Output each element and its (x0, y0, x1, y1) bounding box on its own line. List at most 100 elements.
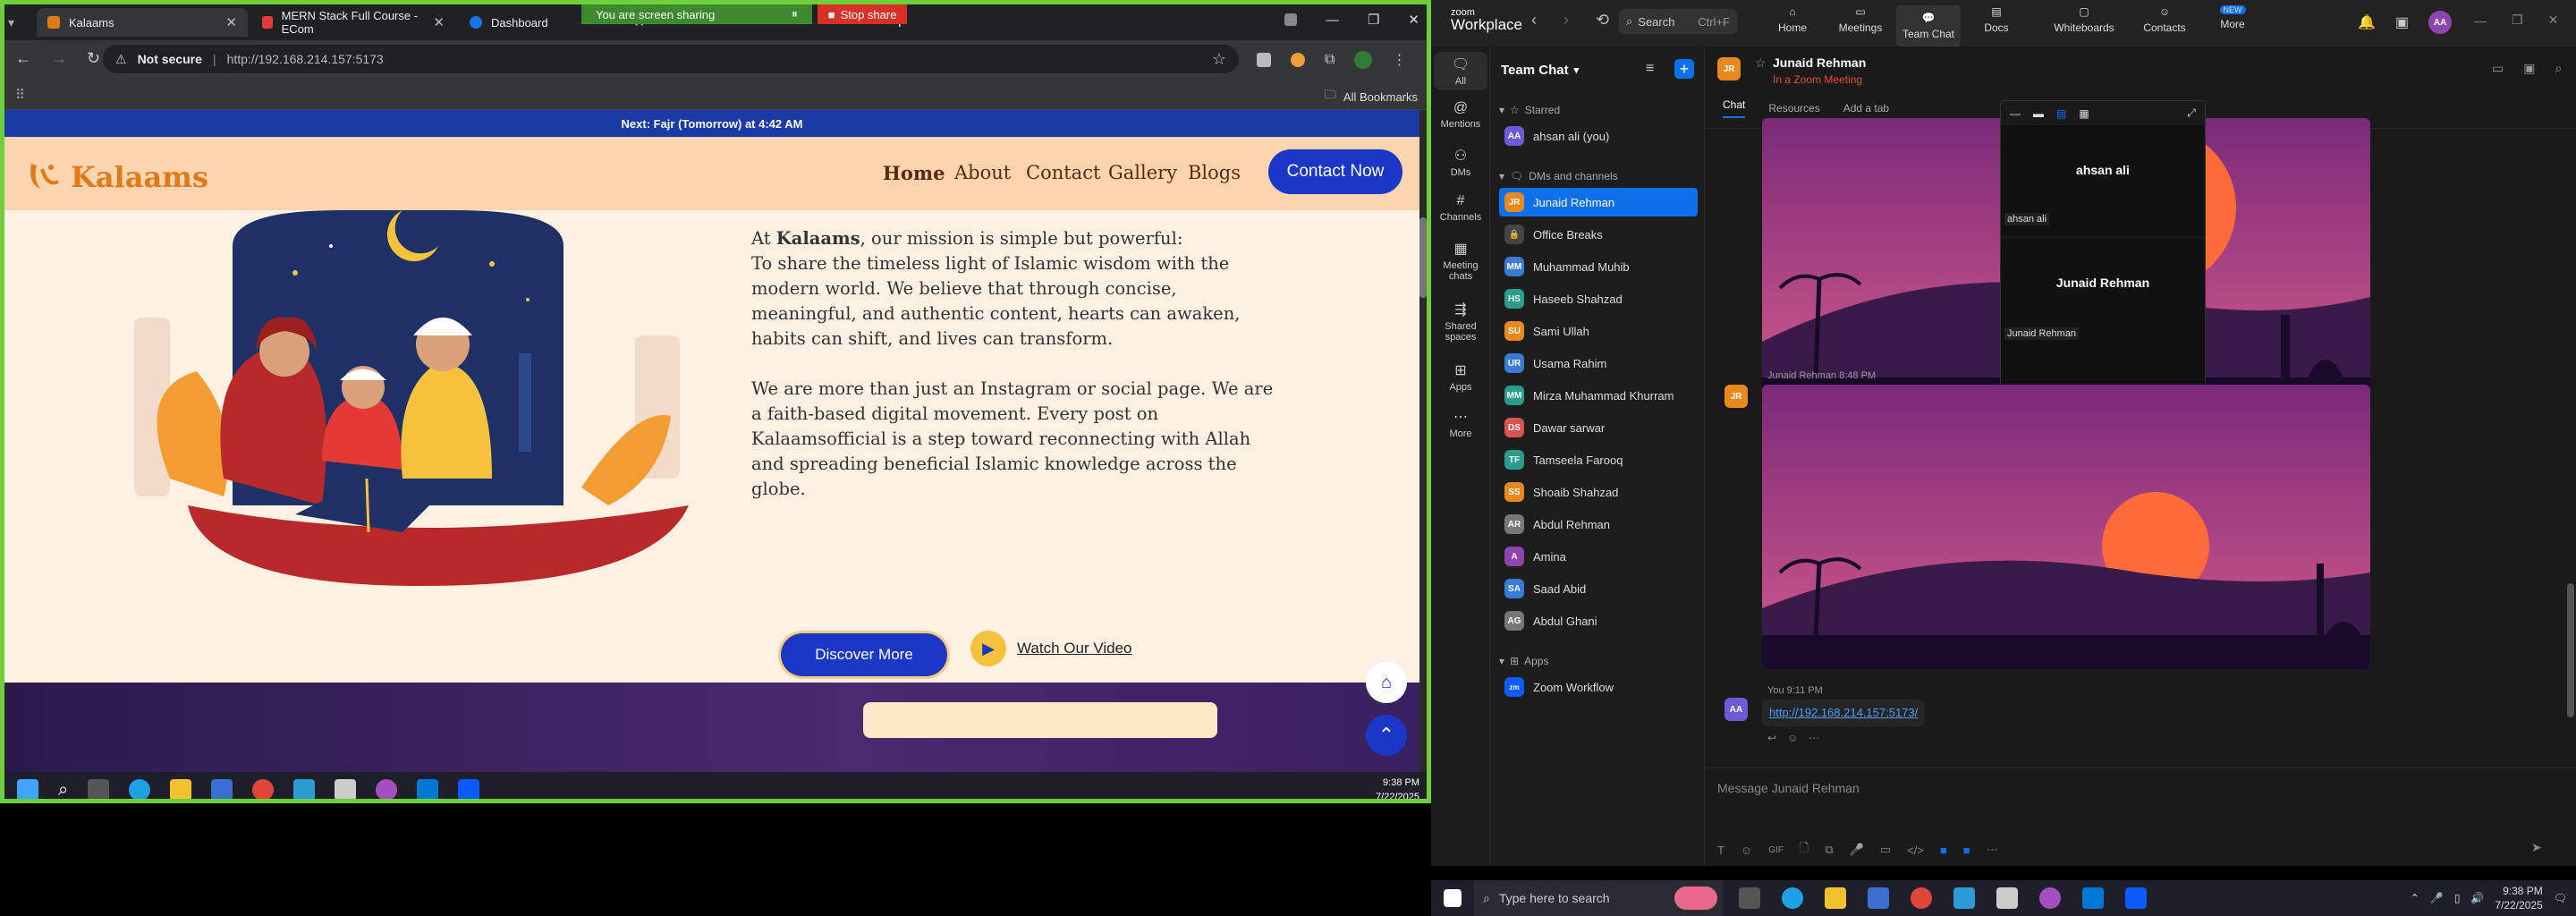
minimize-icon[interactable]: — (1326, 13, 1339, 28)
list-item[interactable]: DS Dawar sarwar (1499, 413, 1698, 442)
more-icon[interactable]: ⋯ (1809, 732, 1819, 744)
gallery-view-icon[interactable]: ▦ (2079, 107, 2089, 120)
tab-resources[interactable]: Resources (1768, 102, 1819, 114)
task-view-icon[interactable] (1739, 887, 1760, 909)
extension-icon[interactable] (1291, 53, 1305, 67)
nav-blogs[interactable]: Blogs (1188, 162, 1241, 183)
vscode-icon[interactable] (2082, 887, 2104, 909)
maximize-icon[interactable]: ❐ (1368, 12, 1379, 28)
list-item[interactable]: HS Haseeb Shahzad (1499, 284, 1698, 313)
rail-mentions[interactable]: @ Mentions (1434, 100, 1487, 130)
bell-icon[interactable]: 🔔 (2358, 13, 2376, 31)
edge-icon[interactable] (129, 779, 151, 799)
filter-icon[interactable]: ≡ (1646, 61, 1654, 77)
chat-title[interactable]: Junaid Rehman (1773, 55, 1866, 70)
team-chat-header[interactable]: Team Chat ▾ (1501, 63, 1579, 78)
history-icon[interactable]: ⟲ (1596, 11, 1609, 30)
close-icon[interactable]: ✕ (433, 14, 445, 30)
participant-tile[interactable]: Junaid Rehman Junaid Rehman (2001, 238, 2205, 351)
chevron-up-icon[interactable]: ⌃ (2411, 892, 2419, 904)
panel-icon[interactable]: ▣ (2395, 13, 2409, 31)
code-icon[interactable]: </> (1907, 844, 1924, 857)
nav-more[interactable]: NEW More (2200, 5, 2265, 30)
discover-more-button[interactable]: Discover More (781, 633, 947, 676)
nav-contacts[interactable]: ☺ Contacts (2132, 5, 2197, 34)
shared-image[interactable] (1762, 385, 2370, 669)
zoom-icon[interactable] (2125, 887, 2147, 909)
emoji-icon[interactable]: ☺ (1741, 844, 1752, 857)
rail-shared-spaces[interactable]: ⇶ Shared spaces (1434, 301, 1487, 343)
minimize-icon[interactable]: — (2010, 107, 2021, 120)
watch-video-link[interactable]: ▶ Watch Our Video (970, 631, 1132, 666)
list-item[interactable]: JR Junaid Rehman (1499, 188, 1698, 216)
stop-share-button[interactable]: ■ Stop share (817, 4, 908, 24)
list-item[interactable]: AG Abdul Ghani (1499, 606, 1698, 635)
github-icon[interactable] (2039, 887, 2061, 909)
profile-icon[interactable] (1284, 13, 1297, 26)
nav-meetings[interactable]: ▭ Meetings (1828, 5, 1893, 34)
rail-channels[interactable]: # Channels (1434, 193, 1487, 223)
forward-icon[interactable]: → (51, 49, 67, 68)
video-message-icon[interactable]: ▭ (1880, 843, 1891, 857)
windows-start-icon[interactable] (17, 779, 38, 799)
apps-grid-icon[interactable]: ⠿ (15, 87, 25, 103)
search-icon[interactable]: ⌕ (58, 780, 68, 800)
folder-icon[interactable] (1825, 887, 1846, 909)
avatar[interactable]: AA (1724, 698, 1748, 721)
tab-kalaams[interactable]: Kalaams ✕ (37, 8, 248, 37)
extension-icon[interactable] (1257, 53, 1271, 67)
puzzle-icon[interactable]: ⧉ (1325, 52, 1335, 68)
list-item[interactable]: zm Zoom Workflow (1499, 673, 1698, 701)
windows-start-icon[interactable] (1444, 889, 1462, 907)
list-item[interactable]: AA ahsan ali (you) (1499, 122, 1698, 150)
back-icon[interactable]: ‹ (1531, 11, 1537, 30)
maximize-icon[interactable]: ❐ (2512, 13, 2523, 28)
tab-chat[interactable]: Chat (1723, 98, 1746, 118)
app-icon[interactable]: ■ (1963, 844, 1970, 857)
forward-icon[interactable]: › (1563, 11, 1569, 30)
contact-now-button[interactable]: Contact Now (1268, 149, 1402, 194)
edge-icon[interactable] (1782, 887, 1803, 909)
list-item[interactable]: TF Tamseela Farooq (1499, 445, 1698, 474)
pause-icon[interactable]: ⏸ (792, 7, 798, 21)
store-icon[interactable] (211, 779, 233, 799)
tab-add[interactable]: Add a tab (1843, 102, 1889, 114)
app-icon[interactable] (335, 779, 357, 799)
nav-whiteboards[interactable]: ▢ Whiteboards (2041, 5, 2127, 34)
starred-section[interactable]: ▾ ☆ Starred (1499, 104, 1560, 116)
list-item[interactable]: SS Shoaib Shahzad (1499, 478, 1698, 506)
mic-icon[interactable]: 🎤 (2430, 892, 2444, 904)
rail-meeting-chats[interactable]: ▦ Meeting chats (1434, 240, 1487, 282)
list-item[interactable]: AR Abdul Rehman (1499, 510, 1698, 539)
zoom-icon[interactable] (458, 779, 480, 799)
strip-icon[interactable]: ▬ (2033, 107, 2044, 120)
reload-icon[interactable]: ↻ (87, 49, 100, 68)
message-input[interactable]: Message Junaid Rehman (1717, 781, 1860, 795)
tab-mern[interactable]: MERN Stack Full Course - ECom ✕ (251, 8, 455, 37)
app-icon[interactable]: ■ (1940, 844, 1947, 857)
app-icon[interactable] (1953, 887, 1975, 909)
list-item[interactable]: 🔒 Office Breaks (1499, 220, 1698, 249)
format-icon[interactable]: T (1717, 844, 1724, 857)
screen-icon[interactable]: ▣ (2523, 61, 2535, 76)
list-item[interactable]: MM Muhammad Muhib (1499, 252, 1698, 281)
scrollbar[interactable] (1419, 110, 1427, 772)
app-icon[interactable] (1996, 887, 2018, 909)
close-window-icon[interactable]: ✕ (1408, 12, 1419, 28)
dms-section[interactable]: ▾ 🗨 DMs and channels (1499, 170, 1618, 182)
rail-more[interactable]: ⋯ More (1434, 408, 1487, 439)
nav-home[interactable]: ⌂ Home (1760, 5, 1825, 34)
screenshot-icon[interactable]: ⧉ (1825, 843, 1833, 857)
back-icon[interactable]: ← (15, 49, 31, 68)
network-icon[interactable]: ▯ (2454, 892, 2461, 904)
bookmark-star-icon[interactable]: ☆ (1212, 50, 1226, 69)
participant-tile[interactable]: ahsan ali ahsan ali (2001, 125, 2205, 238)
vscode-icon[interactable] (417, 779, 439, 799)
scroll-top-button[interactable]: ⌃ (1366, 715, 1407, 756)
task-view-icon[interactable] (88, 779, 110, 799)
close-icon[interactable]: ✕ (2548, 13, 2559, 28)
emoji-icon[interactable]: ☺ (1787, 732, 1798, 744)
rail-all[interactable]: 🗨 All (1434, 52, 1487, 90)
notification-icon[interactable]: 🗨 (2554, 892, 2567, 904)
avatar[interactable] (1354, 51, 1373, 69)
